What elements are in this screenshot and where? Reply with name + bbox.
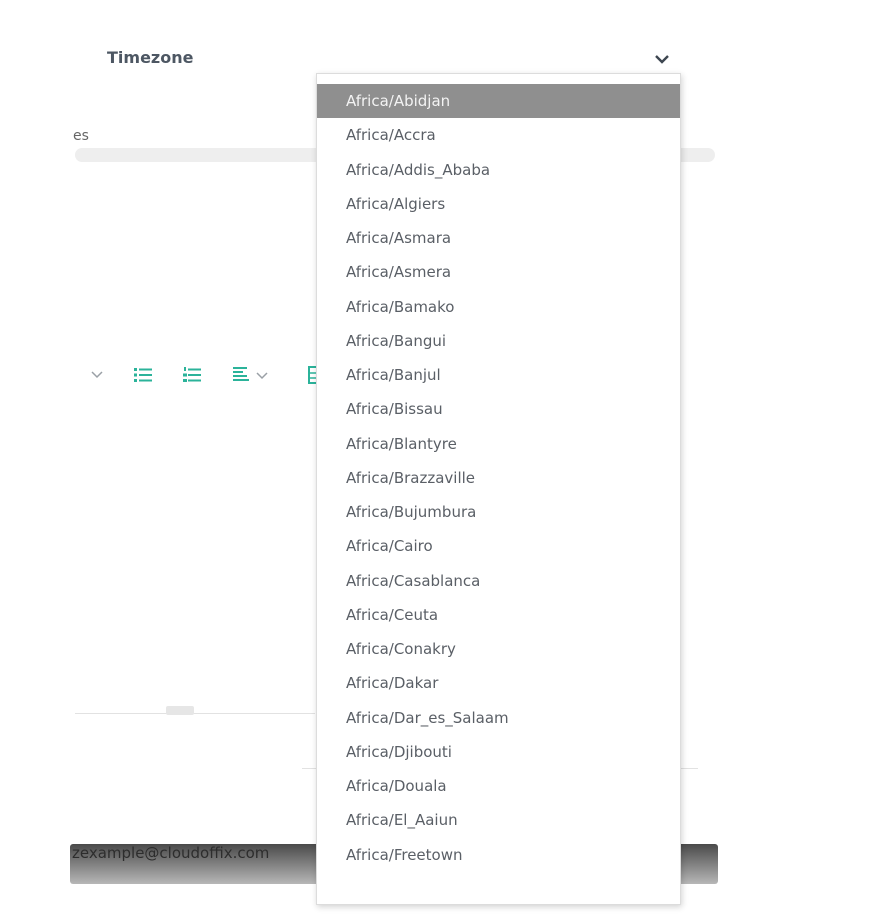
timezone-option[interactable]: Africa/Dar_es_Salaam <box>317 701 680 735</box>
timezone-option[interactable]: Africa/Bujumbura <box>317 495 680 529</box>
chevron-down-icon[interactable] <box>653 52 671 66</box>
timezone-option[interactable]: Africa/Addis_Ababa <box>317 153 680 187</box>
timezone-option[interactable]: Africa/Freetown <box>317 838 680 872</box>
chevron-down-icon[interactable] <box>254 364 270 386</box>
chevron-down-icon[interactable] <box>90 370 104 380</box>
timezone-option[interactable]: Africa/El_Aaiun <box>317 803 680 837</box>
timezone-option[interactable]: Africa/Asmera <box>317 255 680 289</box>
timezone-option[interactable]: Africa/Conakry <box>317 632 680 666</box>
partial-field-label: es <box>73 128 89 144</box>
email-field[interactable]: zexample@cloudoffix.com <box>72 844 269 862</box>
divider <box>75 713 315 714</box>
timezone-option[interactable]: Africa/Brazzaville <box>317 461 680 495</box>
timezone-option[interactable]: Africa/Douala <box>317 769 680 803</box>
bulleted-list-icon[interactable] <box>132 364 156 386</box>
align-icon[interactable] <box>231 364 255 386</box>
timezone-option[interactable]: Africa/Dakar <box>317 666 680 700</box>
timezone-label: Timezone <box>107 48 194 67</box>
timezone-option[interactable]: Africa/Banjul <box>317 358 680 392</box>
timezone-dropdown-list[interactable]: Africa/Abidjan Africa/Accra Africa/Addis_A… <box>316 73 681 905</box>
timezone-option[interactable]: Africa/Ceuta <box>317 598 680 632</box>
timezone-option[interactable]: Africa/Algiers <box>317 187 680 221</box>
timezone-option[interactable]: Africa/Blantyre <box>317 427 680 461</box>
timezone-option[interactable]: Africa/Djibouti <box>317 735 680 769</box>
timezone-option[interactable]: Africa/Cairo <box>317 529 680 563</box>
timezone-option[interactable]: Africa/Bamako <box>317 290 680 324</box>
timezone-option[interactable]: Africa/Bangui <box>317 324 680 358</box>
timezone-option[interactable]: Africa/Bissau <box>317 392 680 426</box>
numbered-list-icon[interactable] <box>181 364 205 386</box>
timezone-option[interactable]: Africa/Asmara <box>317 221 680 255</box>
timezone-option[interactable]: Africa/Accra <box>317 118 680 152</box>
timezone-option[interactable]: Africa/Casablanca <box>317 564 680 598</box>
timezone-option[interactable]: Africa/Abidjan <box>317 84 680 118</box>
resize-handle[interactable] <box>166 706 194 715</box>
